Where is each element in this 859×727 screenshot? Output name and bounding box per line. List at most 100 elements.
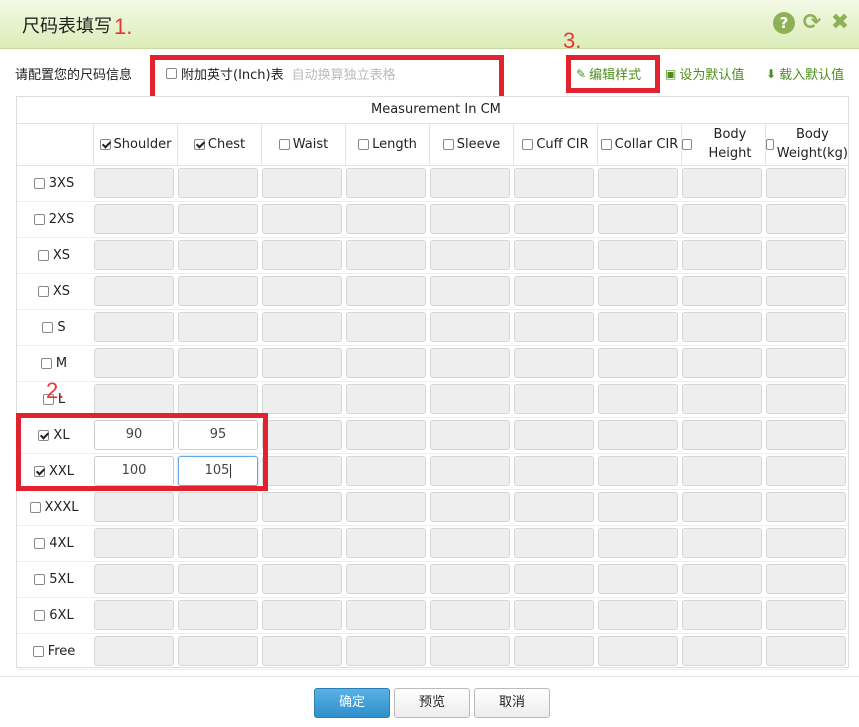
measurement-input[interactable] — [598, 348, 678, 378]
column-checkbox[interactable] — [522, 138, 534, 150]
measurement-input[interactable] — [766, 456, 846, 486]
measurement-input[interactable] — [346, 240, 426, 270]
measurement-input[interactable] — [682, 240, 762, 270]
measurement-input[interactable] — [766, 636, 846, 666]
measurement-input[interactable] — [178, 564, 258, 594]
measurement-input[interactable] — [514, 240, 594, 270]
preview-button[interactable]: 预览 — [394, 688, 470, 718]
measurement-input[interactable] — [178, 240, 258, 270]
measurement-input[interactable] — [178, 600, 258, 630]
help-icon[interactable]: ? — [773, 12, 795, 34]
measurement-input[interactable] — [346, 420, 426, 450]
measurement-input[interactable] — [514, 600, 594, 630]
measurement-input[interactable] — [766, 384, 846, 414]
measurement-input[interactable] — [262, 600, 342, 630]
measurement-input[interactable] — [430, 528, 510, 558]
measurement-input[interactable] — [682, 636, 762, 666]
measurement-input[interactable] — [262, 348, 342, 378]
size-checkbox[interactable] — [34, 537, 46, 549]
measurement-input[interactable] — [598, 492, 678, 522]
inch-checkbox-label[interactable]: 附加英寸(Inch)表 — [181, 64, 284, 83]
measurement-input[interactable] — [682, 384, 762, 414]
measurement-input[interactable] — [766, 528, 846, 558]
column-checkbox[interactable] — [600, 138, 612, 150]
measurement-input[interactable] — [94, 492, 174, 522]
measurement-input[interactable] — [262, 636, 342, 666]
measurement-input[interactable] — [598, 600, 678, 630]
measurement-input[interactable] — [766, 204, 846, 234]
measurement-input[interactable] — [262, 492, 342, 522]
measurement-input[interactable] — [262, 564, 342, 594]
measurement-input[interactable] — [94, 384, 174, 414]
size-checkbox[interactable] — [37, 249, 49, 261]
measurement-input[interactable] — [598, 636, 678, 666]
measurement-input[interactable] — [514, 204, 594, 234]
measurement-input[interactable] — [598, 312, 678, 342]
measurement-input[interactable] — [766, 348, 846, 378]
measurement-input[interactable] — [178, 204, 258, 234]
measurement-input[interactable] — [346, 528, 426, 558]
measurement-input[interactable] — [682, 168, 762, 198]
measurement-input[interactable] — [766, 168, 846, 198]
measurement-input[interactable] — [598, 204, 678, 234]
measurement-input[interactable] — [430, 384, 510, 414]
size-checkbox[interactable] — [40, 357, 52, 369]
edit-style-link[interactable]: ✎ 编辑样式 — [576, 64, 641, 84]
measurement-input[interactable] — [766, 312, 846, 342]
measurement-input[interactable] — [514, 636, 594, 666]
confirm-button[interactable]: 确定 — [314, 688, 390, 718]
measurement-input[interactable] — [598, 564, 678, 594]
measurement-input[interactable] — [766, 240, 846, 270]
cancel-button[interactable]: 取消 — [474, 688, 550, 718]
column-checkbox[interactable] — [766, 138, 774, 150]
measurement-input[interactable] — [598, 240, 678, 270]
measurement-input[interactable] — [346, 492, 426, 522]
measurement-input[interactable] — [766, 492, 846, 522]
refresh-icon[interactable]: ⟳ — [801, 12, 823, 34]
measurement-input[interactable] — [682, 564, 762, 594]
measurement-input[interactable] — [94, 204, 174, 234]
measurement-input[interactable] — [346, 384, 426, 414]
size-checkbox[interactable] — [42, 321, 54, 333]
measurement-input[interactable] — [346, 276, 426, 306]
measurement-input[interactable] — [514, 528, 594, 558]
measurement-input[interactable] — [262, 204, 342, 234]
measurement-input[interactable] — [430, 456, 510, 486]
measurement-input[interactable] — [682, 600, 762, 630]
column-checkbox[interactable] — [193, 138, 205, 150]
column-checkbox[interactable] — [99, 138, 111, 150]
measurement-input[interactable] — [346, 348, 426, 378]
measurement-input[interactable] — [94, 528, 174, 558]
measurement-input[interactable] — [262, 276, 342, 306]
measurement-input[interactable] — [514, 492, 594, 522]
measurement-input[interactable] — [346, 456, 426, 486]
size-checkbox[interactable] — [33, 177, 45, 189]
measurement-input[interactable] — [346, 204, 426, 234]
measurement-input[interactable] — [430, 420, 510, 450]
measurement-input[interactable] — [514, 348, 594, 378]
measurement-input[interactable] — [178, 312, 258, 342]
measurement-input[interactable] — [262, 456, 342, 486]
measurement-input[interactable] — [346, 564, 426, 594]
set-default-link[interactable]: ▣ 设为默认值 — [665, 64, 744, 84]
measurement-input[interactable] — [766, 276, 846, 306]
load-default-link[interactable]: ⬇ 载入默认值 — [766, 64, 844, 84]
measurement-input[interactable] — [430, 564, 510, 594]
measurement-input[interactable] — [766, 600, 846, 630]
size-checkbox[interactable] — [34, 573, 46, 585]
measurement-input[interactable] — [682, 312, 762, 342]
measurement-input[interactable] — [178, 636, 258, 666]
measurement-input[interactable] — [178, 168, 258, 198]
column-checkbox[interactable] — [358, 138, 370, 150]
size-checkbox[interactable] — [32, 645, 44, 657]
measurement-input[interactable] — [94, 636, 174, 666]
measurement-input[interactable] — [514, 456, 594, 486]
measurement-input[interactable] — [430, 636, 510, 666]
measurement-input[interactable] — [682, 456, 762, 486]
measurement-input[interactable] — [430, 276, 510, 306]
measurement-input[interactable] — [766, 564, 846, 594]
measurement-input[interactable] — [178, 528, 258, 558]
size-checkbox[interactable] — [29, 501, 41, 513]
measurement-input[interactable] — [430, 600, 510, 630]
measurement-input[interactable] — [94, 276, 174, 306]
